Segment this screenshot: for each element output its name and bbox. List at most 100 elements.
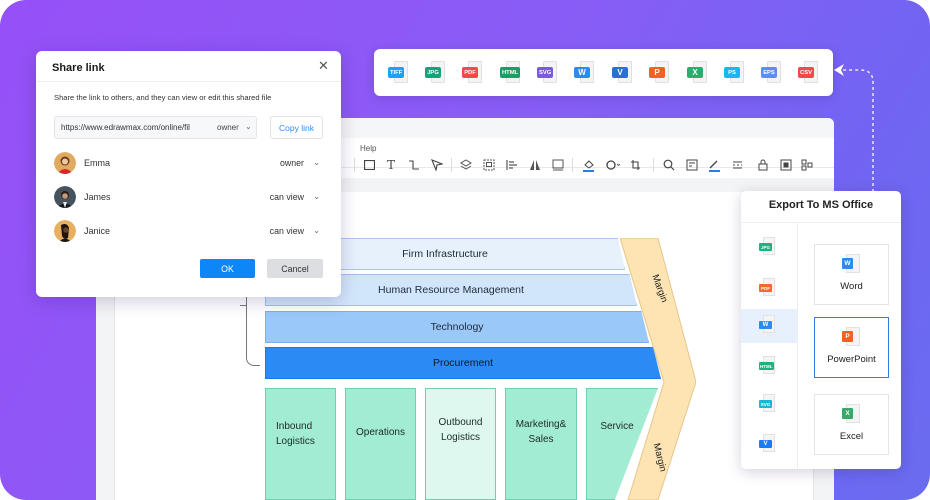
format-html[interactable]: HTML <box>498 61 524 85</box>
fit-icon[interactable] <box>779 158 793 172</box>
user-name: Janice <box>84 226 111 236</box>
format-tag: PS <box>724 67 740 78</box>
shape-style-icon[interactable] <box>606 158 620 172</box>
menu-help[interactable]: Help <box>360 144 376 153</box>
user-role-select[interactable]: can view <box>270 226 304 236</box>
activity-label-line1: Inbound <box>276 421 313 432</box>
side-format-visio[interactable]: V <box>741 428 797 462</box>
format-word[interactable]: W <box>572 61 598 85</box>
find-replace-icon[interactable] <box>685 158 699 172</box>
side-format-pdf[interactable]: PDF <box>741 272 797 306</box>
export-option-word[interactable]: W Word <box>814 244 889 305</box>
group-icon[interactable] <box>482 158 496 172</box>
chevron-down-icon[interactable]: ⌄ <box>313 226 320 235</box>
dialog-divider <box>36 81 341 82</box>
option-label: Excel <box>839 431 864 442</box>
panel-divider <box>797 222 798 469</box>
format-tag: W <box>759 321 772 329</box>
line-style-icon[interactable] <box>732 158 746 172</box>
format-tiff[interactable]: TIFF <box>386 61 412 85</box>
dialog-description: Share the link to others, and they can v… <box>54 93 272 102</box>
format-tag: W <box>574 67 590 78</box>
user-name: James <box>84 192 111 202</box>
side-format-svg[interactable]: SVG <box>741 388 797 422</box>
arrow-head-icon <box>834 64 844 76</box>
chevron-down-icon[interactable]: ⌄ <box>313 158 320 167</box>
excel-icon: X <box>842 408 853 419</box>
close-icon[interactable]: ✕ <box>318 59 329 73</box>
text-icon[interactable]: T <box>384 158 398 172</box>
layers-icon[interactable] <box>459 158 473 172</box>
format-tag: JPG <box>759 243 772 251</box>
avatar <box>54 220 76 242</box>
format-tag: EPS <box>761 67 777 78</box>
toolbar-separator <box>354 158 355 172</box>
side-format-html[interactable]: HTML <box>741 350 797 384</box>
panel-divider <box>741 222 901 223</box>
lock-icon[interactable] <box>756 158 770 172</box>
band-label: Procurement <box>432 357 494 369</box>
user-row: James can view ⌄ <box>54 186 324 210</box>
format-tag: HTML <box>759 362 774 370</box>
frame-icon[interactable] <box>551 158 565 172</box>
user-role-select[interactable]: owner <box>280 158 304 168</box>
line-color-icon[interactable] <box>708 158 722 172</box>
format-eps[interactable]: EPS <box>759 61 785 85</box>
dialog-title: Share link <box>52 62 105 74</box>
activity-label-line2: Sales <box>528 434 554 445</box>
format-visio[interactable]: V <box>610 61 636 85</box>
export-formats-bar: TIFF JPG PDF HTML SVG W V P X PS EPS CSV <box>374 49 833 96</box>
band-label: Human Resource Management <box>378 284 524 296</box>
format-ps[interactable]: PS <box>722 61 748 85</box>
search-icon[interactable] <box>662 158 676 172</box>
connector-icon[interactable] <box>407 158 421 172</box>
align-icon[interactable] <box>505 158 519 172</box>
copy-link-button[interactable]: Copy link <box>270 116 323 139</box>
option-label: PowerPoint <box>827 354 876 365</box>
fill-icon[interactable] <box>582 158 596 172</box>
format-tag: JPG <box>425 67 441 78</box>
primary-activity-marketing-sales[interactable]: Marketing& Sales <box>505 388 577 500</box>
export-ms-office-panel: Export To MS Office JPG PDF W HTML SVG V… <box>741 191 901 469</box>
format-tag: TIFF <box>388 67 405 78</box>
format-powerpoint[interactable]: P <box>647 61 673 85</box>
support-activity-technology[interactable]: Technology <box>265 311 649 343</box>
option-label: Word <box>840 281 863 292</box>
link-permission-select[interactable]: owner <box>217 123 239 132</box>
format-jpg[interactable]: JPG <box>423 61 449 85</box>
primary-activity-operations[interactable]: Operations <box>345 388 416 500</box>
format-pdf[interactable]: PDF <box>460 61 486 85</box>
toolbar-separator <box>451 158 452 172</box>
cancel-button[interactable]: Cancel <box>267 259 323 278</box>
format-tag: SVG <box>537 67 554 78</box>
crop-icon[interactable] <box>630 158 644 172</box>
share-link-field[interactable]: https://www.edrawmax.com/online/fil owne… <box>54 116 257 139</box>
format-tag: V <box>612 67 628 78</box>
side-format-jpg[interactable]: JPG <box>741 231 797 265</box>
format-svg[interactable]: SVG <box>535 61 561 85</box>
avatar <box>54 152 76 174</box>
user-role-select[interactable]: can view <box>270 192 304 202</box>
toolbar-separator <box>653 158 654 172</box>
format-tag: CSV <box>798 67 814 78</box>
rectangle-icon[interactable] <box>362 158 376 172</box>
primary-activity-outbound-logistics[interactable]: Outbound Logistics <box>425 388 496 500</box>
more-icon[interactable] <box>801 158 815 172</box>
support-activity-procurement[interactable]: Procurement <box>265 347 661 379</box>
support-bracket-tick <box>240 305 246 306</box>
format-excel[interactable]: X <box>685 61 711 85</box>
chevron-down-icon[interactable]: ⌄ <box>245 122 252 131</box>
user-row: Janice can view ⌄ <box>54 220 324 244</box>
export-option-excel[interactable]: X Excel <box>814 394 889 455</box>
flip-icon[interactable] <box>528 158 542 172</box>
side-format-word[interactable]: W <box>741 309 797 343</box>
activity-label-line1: Outbound <box>438 417 483 428</box>
format-csv[interactable]: CSV <box>796 61 822 85</box>
export-option-powerpoint[interactable]: P PowerPoint <box>814 317 889 378</box>
activity-label-line2: Logistics <box>276 436 315 447</box>
band-label: Firm Infrastructure <box>402 248 488 260</box>
ok-button[interactable]: OK <box>200 259 255 278</box>
chevron-down-icon[interactable]: ⌄ <box>313 192 320 201</box>
pointer-icon[interactable] <box>430 158 444 172</box>
primary-activity-inbound-logistics[interactable]: Inbound Logistics <box>265 388 336 500</box>
